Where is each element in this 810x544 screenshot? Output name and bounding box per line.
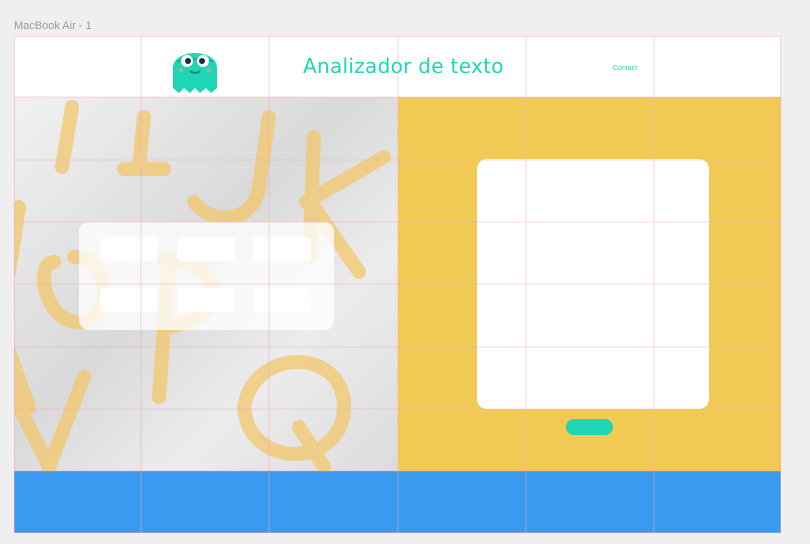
contact-link[interactable]: Contact [613, 65, 637, 72]
results-section [398, 97, 781, 471]
site-header: Analizador de texto Contact [14, 36, 781, 97]
input-slot[interactable] [177, 237, 235, 261]
text-input-card [79, 222, 334, 330]
input-slot[interactable] [100, 237, 158, 261]
text-input-section [14, 97, 398, 471]
input-slot[interactable] [253, 237, 311, 261]
input-slot[interactable] [253, 288, 311, 312]
input-slot[interactable] [177, 288, 235, 312]
results-card [477, 159, 709, 409]
site-footer [14, 471, 781, 533]
artboard-macbook-air: Analizador de texto Contact [14, 36, 781, 533]
input-slot[interactable] [100, 288, 158, 312]
analyze-button[interactable] [566, 419, 613, 435]
site-title: Analizador de texto [303, 54, 504, 78]
ghost-mascot-icon[interactable] [169, 40, 221, 94]
artboard-label: MacBook Air - 1 [14, 20, 92, 32]
